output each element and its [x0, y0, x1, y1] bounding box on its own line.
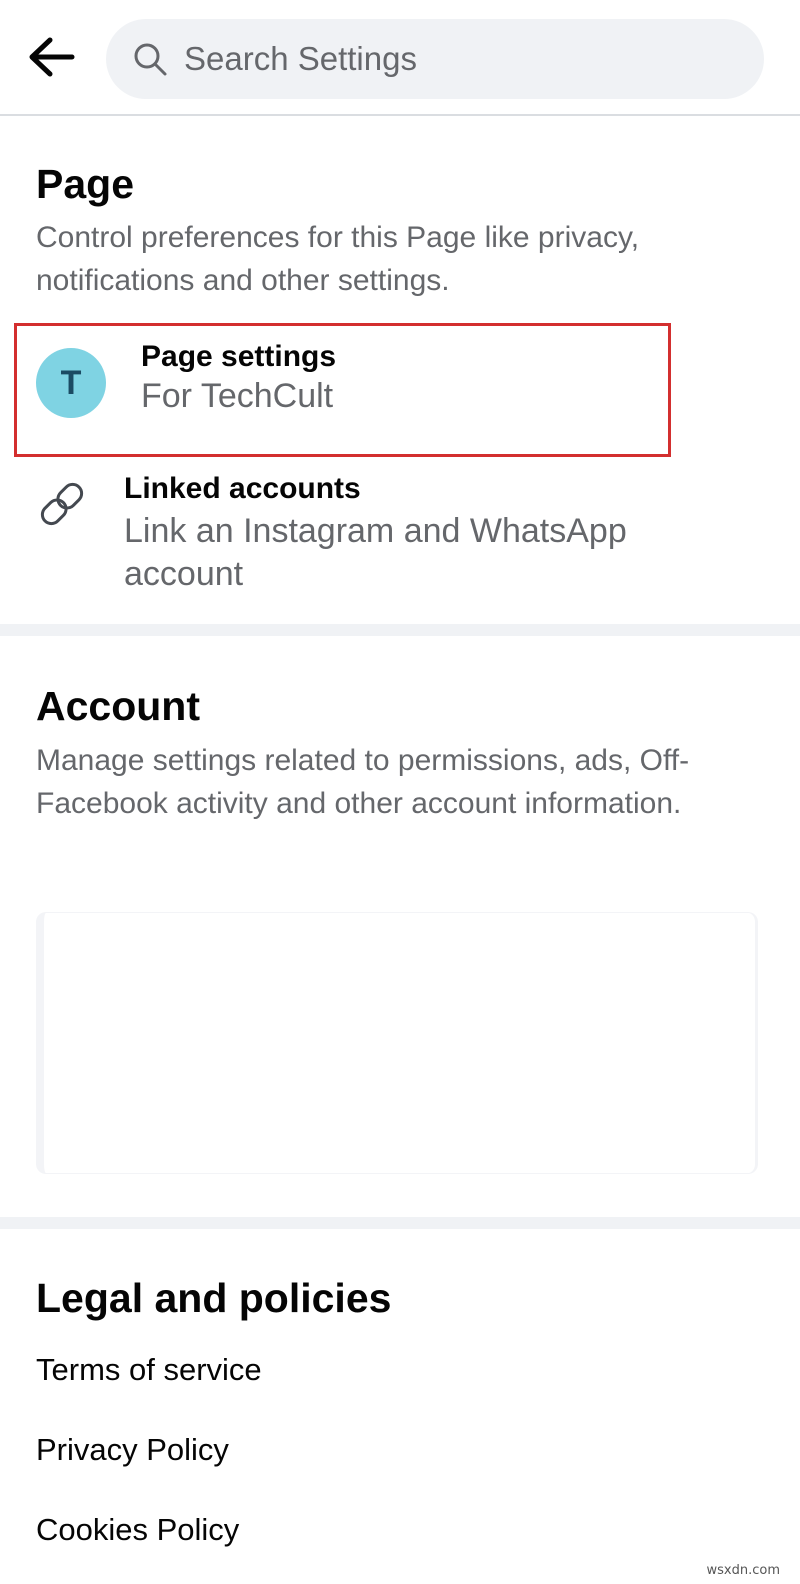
page-section-title: Page: [36, 161, 134, 207]
header-bar: [0, 0, 800, 116]
privacy-policy-link[interactable]: Privacy Policy: [36, 1432, 229, 1468]
link-icon: [34, 476, 90, 532]
page-section-description: Control preferences for this Page like p…: [36, 221, 640, 297]
page-settings-subtitle: For TechCult: [141, 377, 334, 415]
watermark: wsxdn.com: [706, 1563, 781, 1578]
search-bar[interactable]: [106, 19, 764, 99]
linked-accounts-subtitle: Link an Instagram and WhatsApp account: [124, 512, 627, 593]
search-icon: [132, 41, 168, 77]
terms-of-service-link[interactable]: Terms of service: [36, 1352, 262, 1388]
account-section-description: Manage settings related to permissions, …: [36, 744, 690, 820]
back-button[interactable]: [20, 30, 82, 88]
linked-accounts-item[interactable]: Linked accounts Link an Instagram and Wh…: [30, 470, 770, 600]
cookies-policy-link[interactable]: Cookies Policy: [36, 1512, 239, 1548]
section-divider: [0, 1217, 800, 1229]
section-divider: [0, 624, 800, 636]
account-section-title: Account: [36, 683, 200, 729]
legal-section-title: Legal and policies: [36, 1275, 392, 1321]
search-input[interactable]: [182, 39, 726, 79]
avatar: T: [36, 348, 106, 418]
linked-accounts-title: Linked accounts: [124, 472, 361, 505]
arrow-left-icon: [26, 37, 76, 82]
page-settings-title: Page settings: [141, 340, 337, 373]
account-card-placeholder: [36, 912, 758, 1174]
page-settings-item[interactable]: T Page settings For TechCult: [30, 338, 660, 438]
